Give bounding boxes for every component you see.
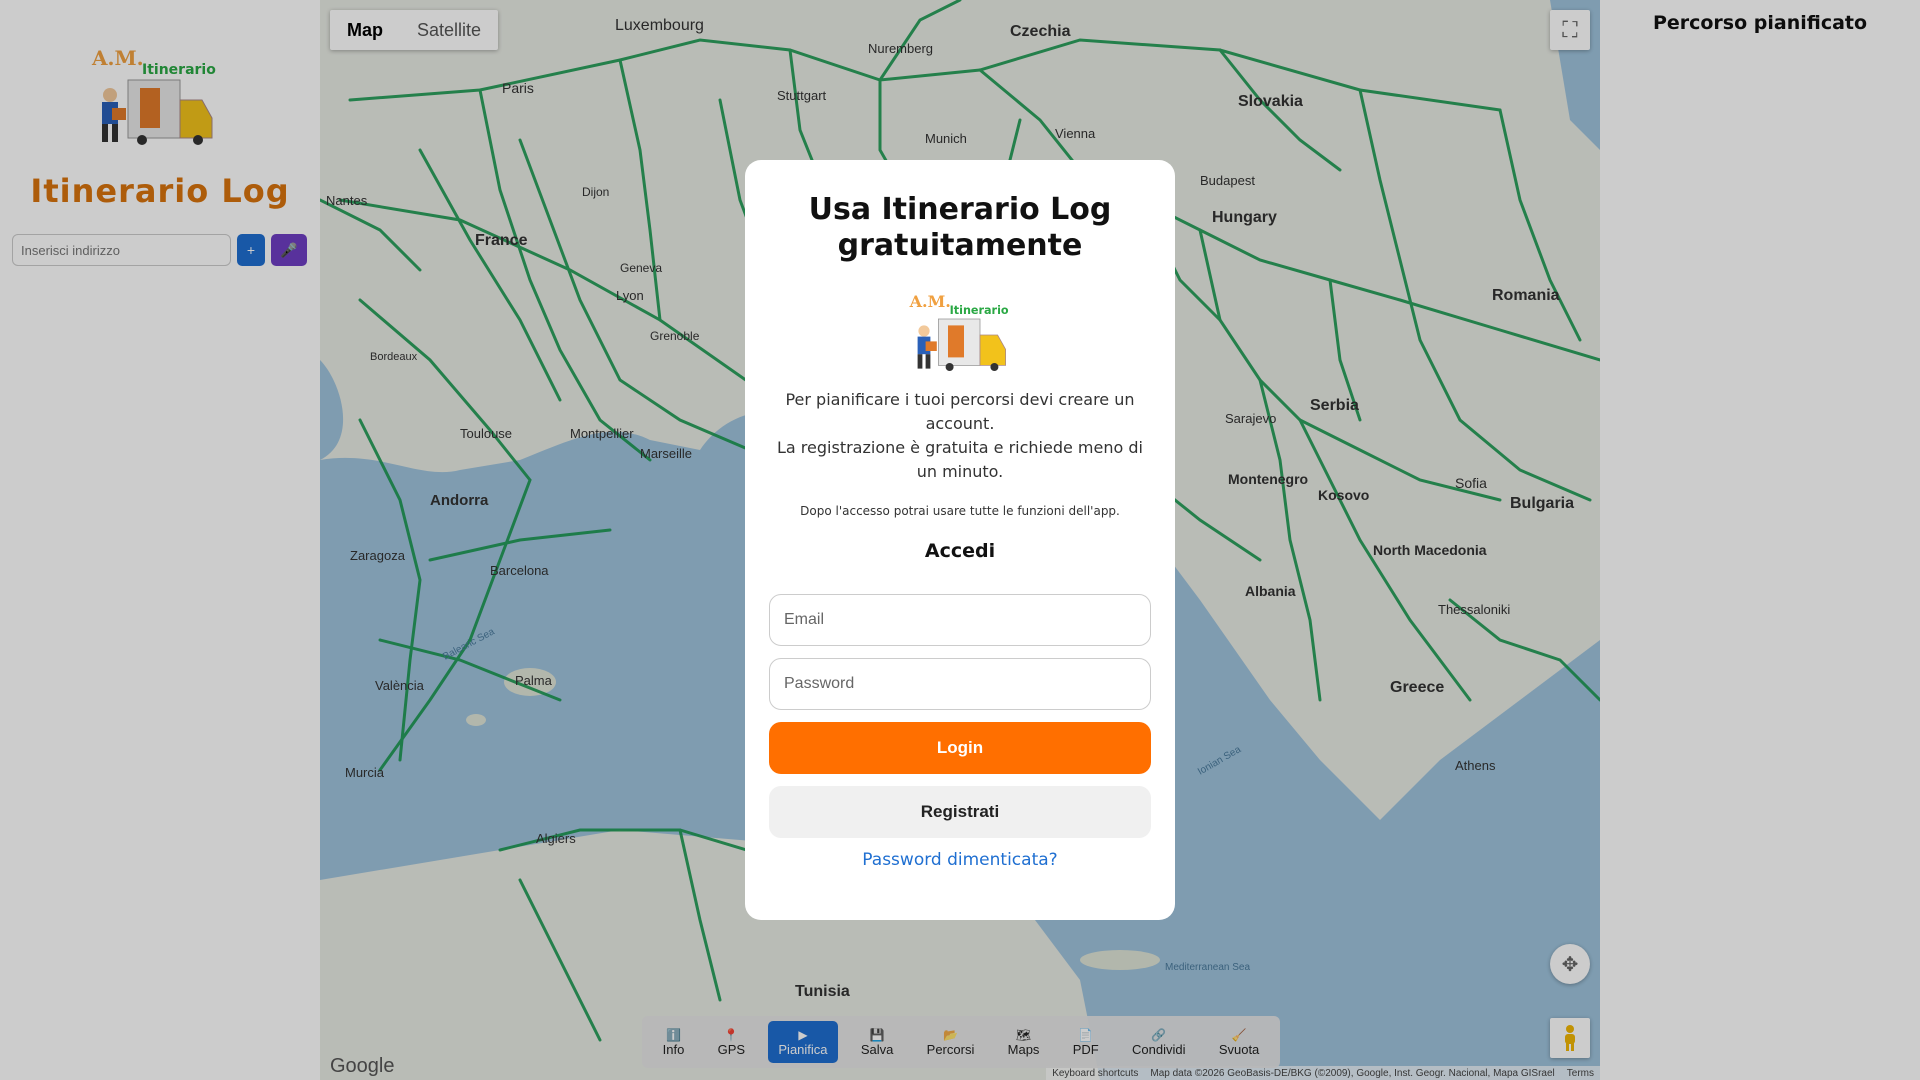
login-heading: Accedi — [924, 540, 996, 562]
email-field[interactable] — [769, 594, 1151, 646]
svg-text:A.M.: A.M. — [909, 292, 951, 311]
modal-note: Dopo l'accesso potrai usare tutte le fun… — [800, 504, 1120, 518]
modal-description: Per pianificare i tuoi percorsi devi cre… — [745, 388, 1175, 484]
modal-text-line2: La registrazione è gratuita e richiede m… — [777, 438, 1143, 481]
register-button[interactable]: Registrati — [769, 786, 1151, 838]
login-button[interactable]: Login — [769, 722, 1151, 774]
login-modal: Usa Itinerario Log gratuitamente A.M. It… — [745, 160, 1175, 920]
modal-title: Usa Itinerario Log gratuitamente — [808, 192, 1112, 263]
svg-text:Itinerario: Itinerario — [950, 304, 1009, 317]
modal-text-line1: Per pianificare i tuoi percorsi devi cre… — [785, 390, 1135, 433]
modal-logo: A.M. Itinerario — [909, 292, 1009, 371]
forgot-password-link[interactable]: Password dimenticata? — [862, 850, 1057, 870]
password-field[interactable] — [769, 658, 1151, 710]
